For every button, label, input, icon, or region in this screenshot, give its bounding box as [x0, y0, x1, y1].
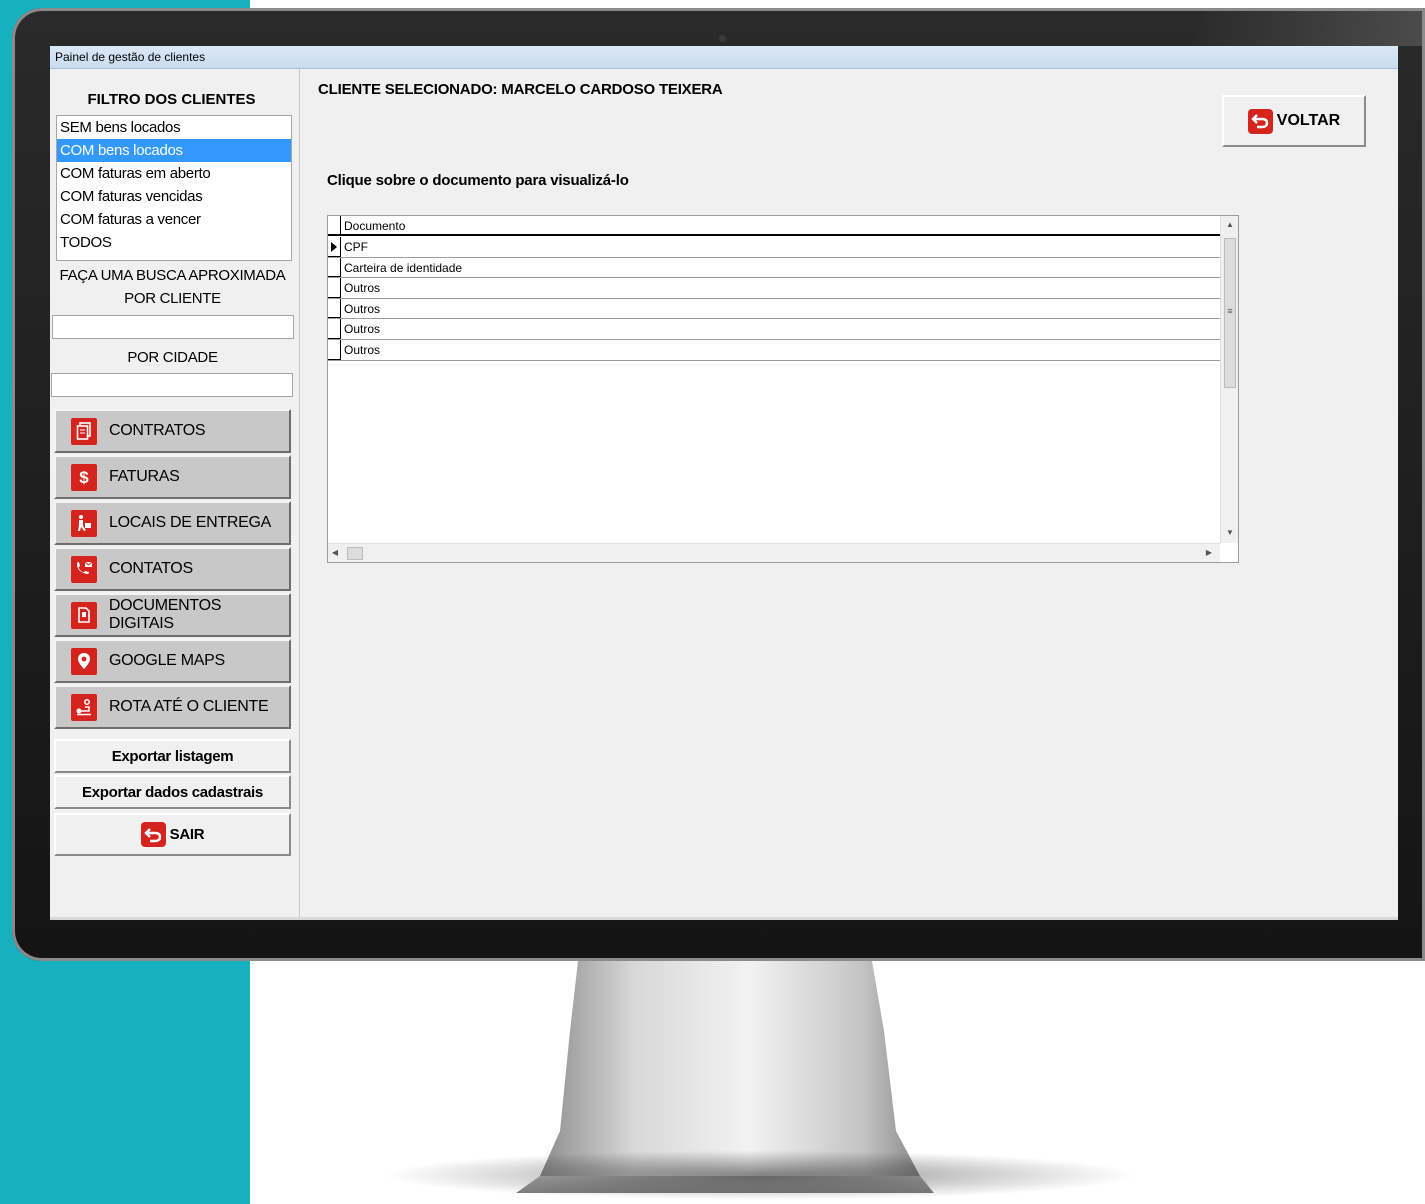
vertical-scrollbar[interactable]: ▲ ≡ ▼: [1220, 216, 1238, 543]
back-arrow-icon: [140, 822, 166, 847]
contatos-button[interactable]: CONTATOS: [54, 547, 291, 591]
contratos-label: CONTRATOS: [109, 422, 206, 439]
rota-cliente-button[interactable]: ROTA ATÉ O CLIENTE: [54, 685, 291, 729]
filter-item-faturas-vencidas[interactable]: COM faturas vencidas: [57, 185, 291, 208]
filter-list[interactable]: SEM bens locados COM bens locados COM fa…: [56, 115, 292, 261]
filter-item-todos[interactable]: TODOS: [57, 231, 291, 254]
phone-mail-icon: [71, 555, 97, 583]
document-icon: [71, 601, 97, 629]
instruction-text: Clique sobre o documento para visualizá-…: [327, 172, 629, 189]
row-header: [328, 237, 341, 257]
faturas-label: FATURAS: [109, 468, 180, 485]
grid-header: Documento: [328, 216, 1220, 236]
table-cell[interactable]: Carteira de identidade: [342, 258, 462, 278]
table-row[interactable]: Outros: [328, 319, 1220, 340]
table-cell[interactable]: Outros: [342, 340, 380, 360]
google-maps-button[interactable]: GOOGLE MAPS: [54, 639, 291, 683]
scroll-right-icon[interactable]: ▶: [1202, 548, 1216, 557]
left-panel: FILTRO DOS CLIENTES SEM bens locados COM…: [50, 69, 300, 920]
dollar-icon: $: [71, 463, 97, 491]
table-row[interactable]: Outros: [328, 340, 1220, 361]
filter-title: FILTRO DOS CLIENTES: [87, 91, 256, 108]
rota-cliente-label: ROTA ATÉ O CLIENTE: [109, 698, 269, 715]
row-header: [328, 278, 341, 298]
contratos-button[interactable]: CONTRATOS: [54, 409, 291, 453]
filter-item-sem-bens[interactable]: SEM bens locados: [57, 116, 291, 139]
scroll-left-icon[interactable]: ◀: [328, 548, 342, 557]
google-maps-label: GOOGLE MAPS: [109, 652, 225, 669]
current-row-pointer-icon: [331, 242, 337, 252]
exit-button[interactable]: SAIR: [54, 813, 291, 856]
back-arrow-icon: [1247, 108, 1273, 134]
documentos-digitais-button[interactable]: DOCUMENTOS DIGITAIS: [54, 593, 291, 637]
scroll-up-icon[interactable]: ▲: [1221, 220, 1239, 229]
voltar-label: VOLTAR: [1276, 112, 1341, 129]
svg-text:$: $: [79, 468, 89, 487]
delivery-icon: [71, 509, 97, 537]
row-header: [328, 319, 341, 339]
window-title: Painel de gestão de clientes: [50, 46, 1398, 69]
city-search-label: POR CIDADE: [127, 349, 218, 366]
table-row[interactable]: Outros: [328, 298, 1220, 320]
documentos-digitais-label: DOCUMENTOS DIGITAIS: [108, 597, 222, 632]
documents-grid[interactable]: Documento CPF Carteira de identidade Out…: [327, 215, 1239, 563]
city-search-input[interactable]: [51, 373, 293, 397]
voltar-button[interactable]: VOLTAR: [1222, 95, 1366, 147]
locais-entrega-button[interactable]: LOCAIS DE ENTREGA: [54, 501, 291, 545]
table-cell[interactable]: Outros: [342, 278, 380, 298]
row-header: [328, 298, 341, 319]
map-pin-icon: [71, 647, 97, 675]
row-header: [328, 340, 341, 360]
table-cell[interactable]: CPF: [342, 237, 368, 257]
export-list-button[interactable]: Exportar listagem: [54, 739, 291, 773]
route-icon: [71, 693, 97, 721]
search-label-line1: FAÇA UMA BUSCA APROXIMADA: [59, 267, 286, 284]
table-cell[interactable]: Outros: [342, 319, 380, 339]
export-data-button[interactable]: Exportar dados cadastrais: [54, 775, 291, 809]
filter-item-faturas-aberto[interactable]: COM faturas em aberto: [57, 162, 291, 185]
locais-entrega-label: LOCAIS DE ENTREGA: [109, 514, 272, 531]
app-window: Painel de gestão de clientes FILTRO DOS …: [50, 46, 1398, 920]
grid-corner: [328, 216, 341, 236]
grip-icon: ≡: [1227, 306, 1233, 316]
filter-item-com-bens[interactable]: COM bens locados: [57, 139, 291, 162]
selected-client-title: CLIENTE SELECIONADO: MARCELO CARDOSO TEI…: [318, 81, 723, 98]
contatos-label: CONTATOS: [109, 560, 193, 577]
table-row[interactable]: Carteira de identidade: [328, 257, 1220, 279]
exit-label: SAIR: [169, 826, 205, 843]
camera-icon: [719, 35, 726, 42]
stand-shadow: [380, 1150, 1140, 1200]
horizontal-scroll-thumb[interactable]: [347, 547, 363, 560]
horizontal-scrollbar[interactable]: ◀ ▶: [328, 543, 1220, 562]
client-search-input[interactable]: [52, 315, 294, 339]
contract-icon: [71, 417, 97, 445]
scroll-down-icon[interactable]: ▼: [1221, 528, 1239, 537]
table-row[interactable]: CPF: [328, 237, 1220, 258]
faturas-button[interactable]: $ FATURAS: [54, 455, 291, 499]
filter-item-faturas-vencer[interactable]: COM faturas a vencer: [57, 208, 291, 231]
table-cell[interactable]: Outros: [342, 299, 380, 319]
bezel-gloss: [1190, 8, 1425, 46]
search-label-line2: POR CLIENTE: [124, 290, 221, 307]
status-strip: [50, 917, 1398, 920]
table-row[interactable]: Outros: [328, 278, 1220, 299]
row-header: [328, 257, 341, 278]
column-header-documento[interactable]: Documento: [342, 216, 405, 236]
